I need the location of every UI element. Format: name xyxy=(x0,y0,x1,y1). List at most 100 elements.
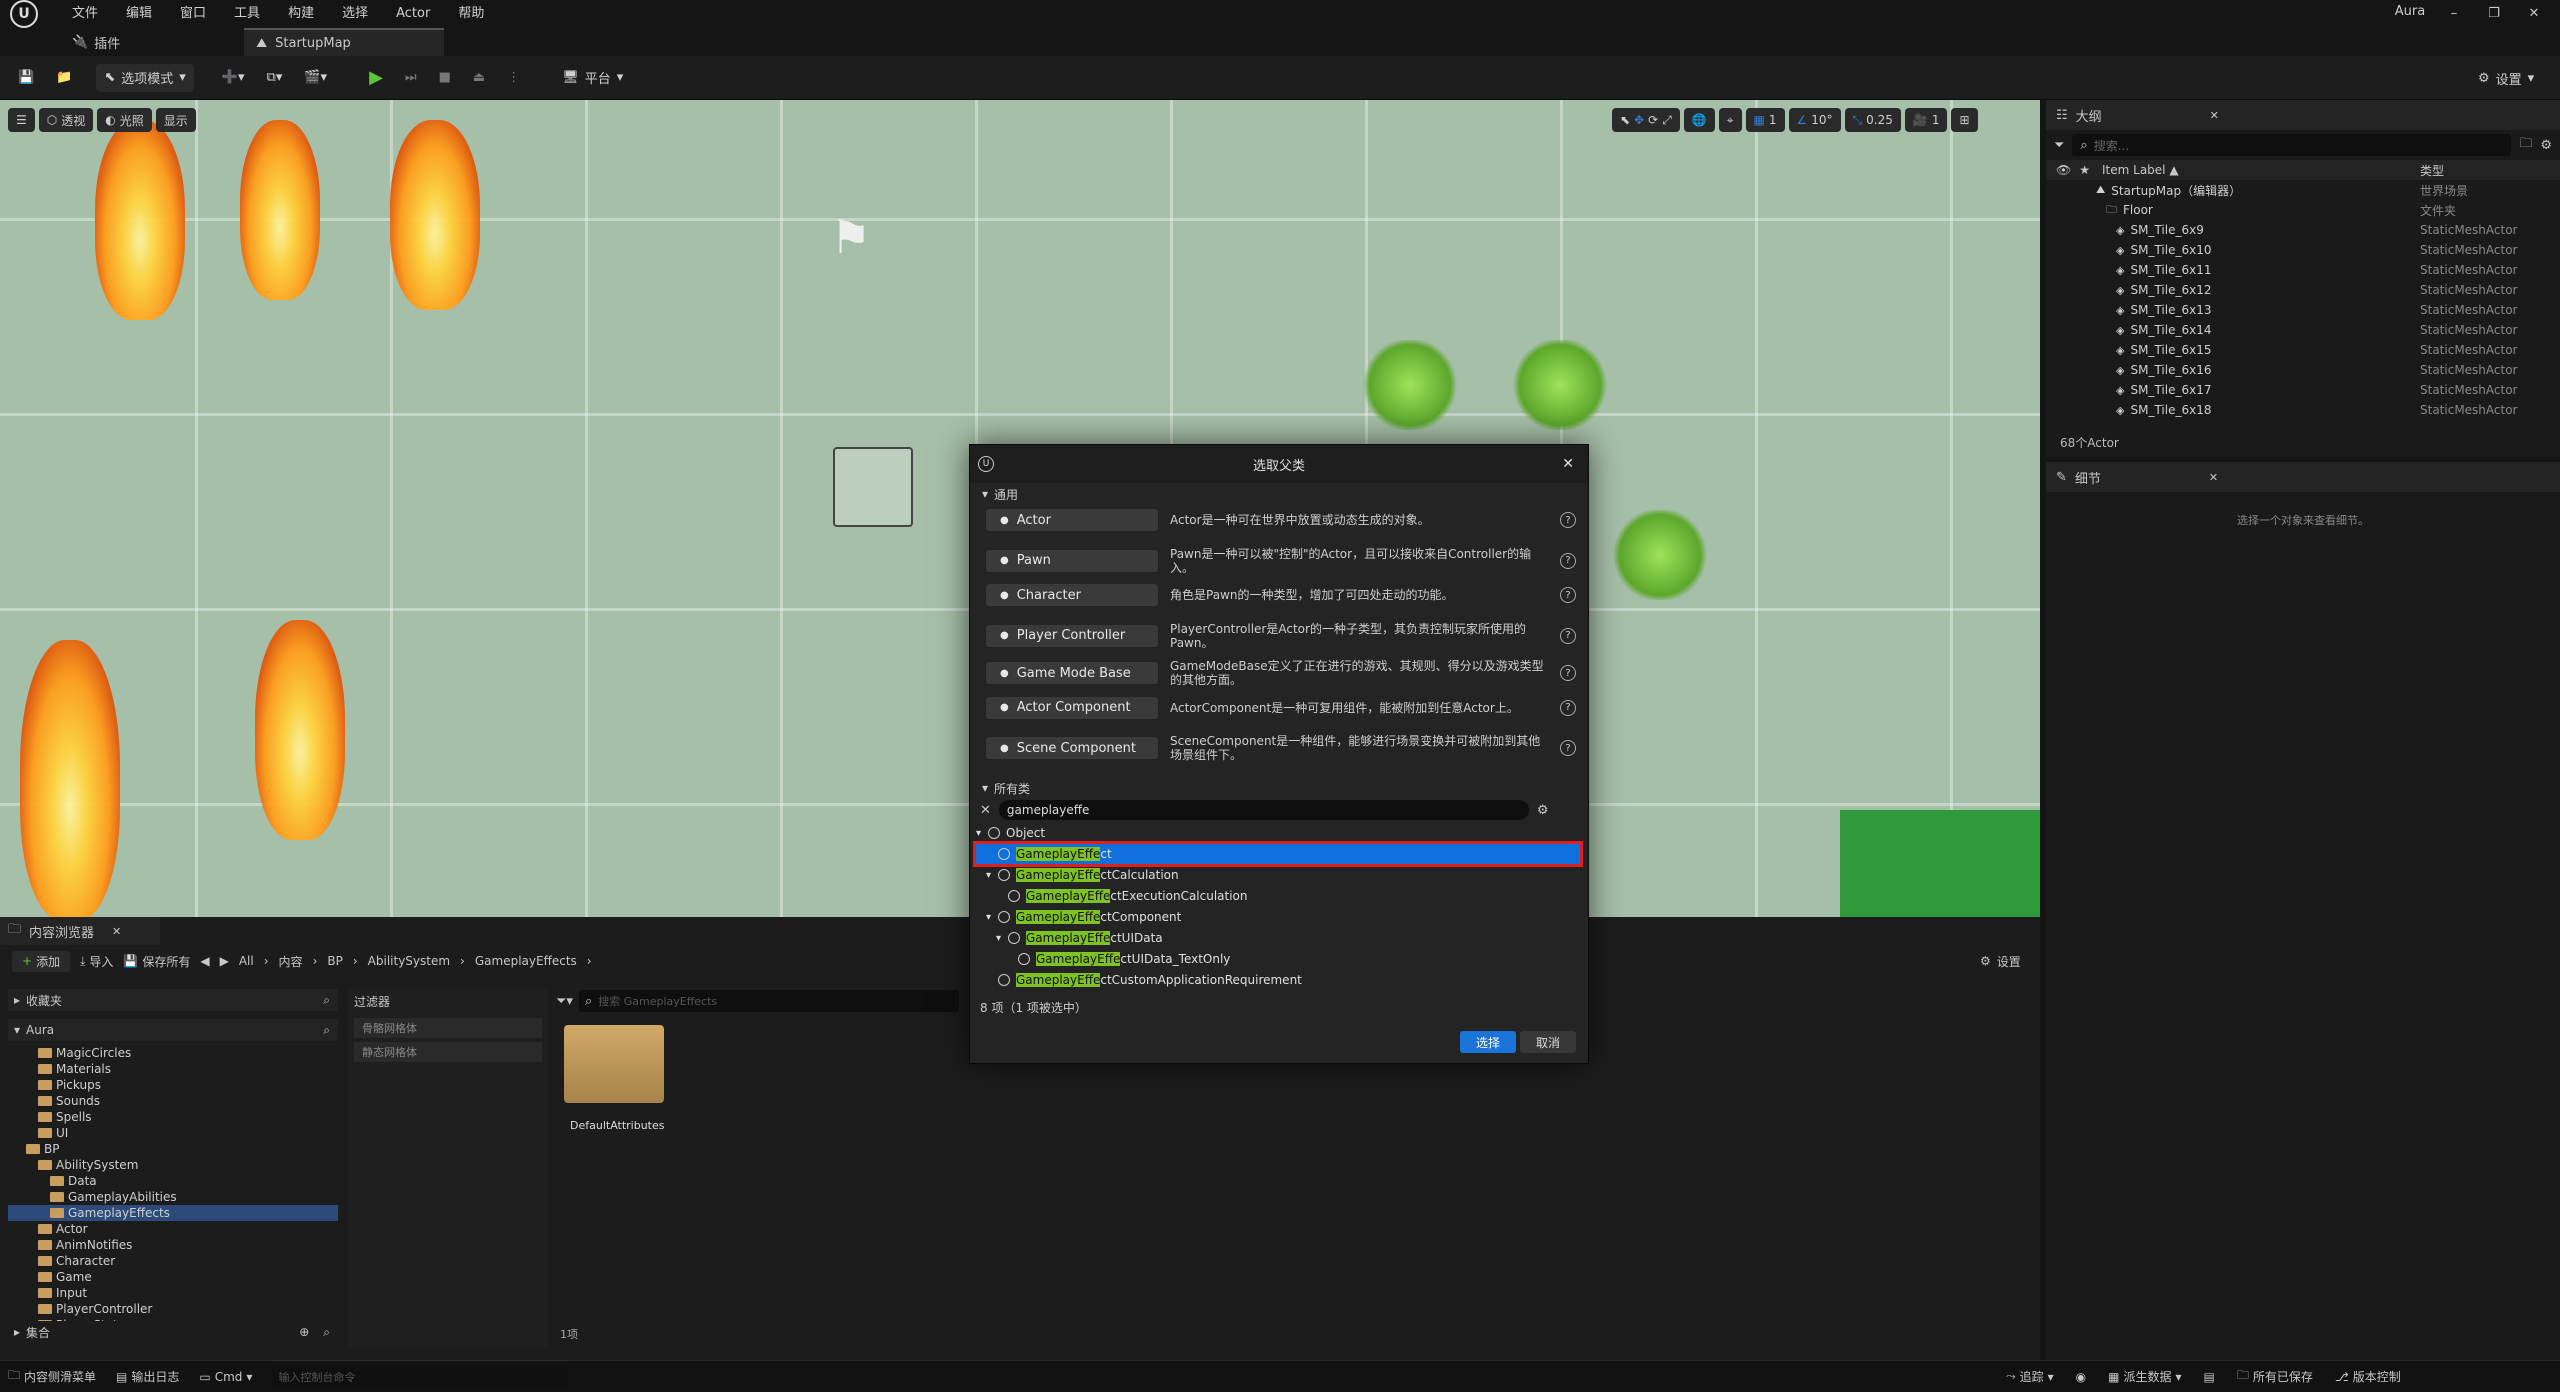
lit-button[interactable]: ◐ 光照 xyxy=(97,108,152,132)
outliner-row[interactable]: ◈ SM_Tile_6x12 StaticMeshActor xyxy=(2046,280,2560,300)
unreal-logo[interactable]: U xyxy=(10,0,38,28)
common-class-button[interactable]: ● Scene Component xyxy=(986,737,1158,759)
close-icon[interactable]: ✕ xyxy=(2210,109,2219,122)
cinematics-button[interactable]: 🎬▾ xyxy=(296,64,335,92)
outliner-row[interactable]: ◈ SM_Tile_6x11 StaticMeshActor xyxy=(2046,260,2560,280)
menu-item[interactable]: 编辑 xyxy=(112,3,166,25)
menu-item[interactable]: 工具 xyxy=(220,3,274,25)
common-classes-header[interactable]: ▾ 通用 xyxy=(970,483,1588,505)
star-icon[interactable]: ★ xyxy=(2079,163,2090,177)
expand-arrow-icon[interactable]: ▾ xyxy=(986,912,998,923)
col-type[interactable]: 类型 xyxy=(2420,162,2444,179)
menu-item[interactable]: 文件 xyxy=(58,3,112,25)
record-icon[interactable]: ◉ xyxy=(2076,1370,2086,1384)
col-item-label[interactable]: Item Label ▲ xyxy=(2102,163,2179,177)
advance-frame-button[interactable]: ⏭ xyxy=(397,64,425,92)
back-icon[interactable]: ◀ xyxy=(200,954,209,968)
search-icon[interactable]: ⌕ xyxy=(323,1023,330,1038)
help-icon[interactable]: ? xyxy=(1560,552,1576,569)
camera-speed[interactable]: 🎥 1 xyxy=(1904,108,1948,132)
help-icon[interactable]: ? xyxy=(1560,699,1576,716)
surface-snap-icon[interactable]: ⌖ xyxy=(1718,108,1742,132)
cb-settings-button[interactable]: ⚙ 设置 xyxy=(1980,953,2021,970)
tab-startupmap[interactable]: ⛰ StartupMap xyxy=(244,28,445,56)
favorites-header[interactable]: ▸ 收藏夹 ⌕ xyxy=(8,989,338,1011)
clear-search-icon[interactable]: ✕ xyxy=(980,803,991,818)
forward-icon[interactable]: ▶ xyxy=(220,954,229,968)
content-browser-tab[interactable]: 🗀 内容浏览器 ✕ xyxy=(0,917,160,945)
outliner-row[interactable]: 🗀 Floor 文件夹 xyxy=(2046,200,2560,220)
help-icon[interactable]: ? xyxy=(1560,587,1576,603)
scale-snap[interactable]: ⤡ 0.25 xyxy=(1844,108,1901,132)
goblin-enemy[interactable] xyxy=(1510,340,1610,430)
source-control-button[interactable]: ⎇ 版本控制 xyxy=(2335,1368,2401,1385)
play-button[interactable]: ▶ xyxy=(361,64,391,92)
cmd-selector[interactable]: ▭ Cmd ▾ xyxy=(199,1370,252,1384)
common-class-button[interactable]: ● Actor xyxy=(986,509,1158,531)
gear-icon[interactable]: ⚙ xyxy=(1537,803,1549,818)
outliner-row[interactable]: ◈ SM_Tile_6x17 StaticMeshActor xyxy=(2046,380,2560,400)
derived-data-button[interactable]: ▦ 派生数据 ▾ xyxy=(2108,1368,2181,1385)
player-start-icon[interactable]: ⚑ xyxy=(830,210,900,280)
close-icon[interactable]: ✕ xyxy=(2209,471,2218,484)
class-tree-row[interactable]: ▾ GameplayEffectUIData xyxy=(976,928,1580,948)
play-options-icon[interactable]: ⋮ xyxy=(499,64,528,92)
save-status[interactable]: 🗀 所有已保存 xyxy=(2237,1366,2313,1387)
folder-tree-item[interactable]: Materials xyxy=(8,1061,338,1077)
folder-name[interactable]: DefaultAttributes xyxy=(570,1119,665,1132)
platforms-button[interactable]: 🖥 平台 ▾ xyxy=(554,64,631,92)
folder-tree-item[interactable]: Pickups xyxy=(8,1077,338,1093)
outliner-row[interactable]: ◈ SM_Tile_6x15 StaticMeshActor xyxy=(2046,340,2560,360)
breadcrumb-item[interactable]: 内容 xyxy=(279,953,303,970)
folder-tree-item[interactable]: AnimNotifies xyxy=(8,1237,338,1253)
add-folder-icon[interactable]: 🗀 xyxy=(2519,134,2532,156)
close-window-icon[interactable]: ✕ xyxy=(2526,6,2542,21)
menu-item[interactable]: 帮助 xyxy=(444,3,498,25)
folder-tree-item[interactable]: Actor xyxy=(8,1221,338,1237)
chevron-right-icon[interactable]: › xyxy=(264,954,269,968)
transform-tools[interactable]: ⬉ ✥ ⟳ ⤢ xyxy=(1612,108,1680,132)
breadcrumb-item[interactable]: GameplayEffects xyxy=(475,954,577,968)
class-tree-row[interactable]: GameplayEffect xyxy=(973,841,1583,867)
actor-sprite[interactable] xyxy=(833,447,913,527)
goblin-enemy[interactable] xyxy=(1610,510,1710,600)
layout-icon[interactable]: ⊞ xyxy=(1951,108,1978,132)
gear-icon[interactable]: ⚙ xyxy=(2540,138,2552,153)
class-tree-row[interactable]: ▾ Object xyxy=(976,823,1580,843)
search-icon[interactable]: ⌕ xyxy=(323,993,330,1008)
outliner-row[interactable]: ◈ SM_Tile_6x16 StaticMeshActor xyxy=(2046,360,2560,380)
folder-tree-item[interactable]: Sounds xyxy=(8,1093,338,1109)
folder-tree-item[interactable]: Character xyxy=(8,1253,338,1269)
folder-tree-item[interactable]: UI xyxy=(8,1125,338,1141)
mode-selector[interactable]: ⬉ 选项模式 ▾ xyxy=(96,63,194,92)
outliner-row[interactable]: ◈ SM_Tile_6x18 StaticMeshActor xyxy=(2046,400,2560,420)
common-class-button[interactable]: ● Actor Component xyxy=(986,696,1158,719)
breadcrumb-item[interactable]: All xyxy=(239,954,254,968)
menu-item[interactable]: Actor xyxy=(382,3,444,25)
common-class-button[interactable]: ● Player Controller xyxy=(986,624,1158,647)
output-log-button[interactable]: ▤ 输出日志 xyxy=(116,1368,179,1385)
angle-snap[interactable]: ∠ 10° xyxy=(1788,108,1841,132)
filter-icon[interactable]: ⏷▾ xyxy=(556,994,573,1009)
expand-arrow-icon[interactable]: ▾ xyxy=(976,828,988,839)
world-local-icon[interactable]: 🌐 xyxy=(1683,108,1715,132)
folder-tree-item[interactable]: BP xyxy=(8,1141,338,1157)
filter-item[interactable]: 骨骼网格体 xyxy=(354,1018,542,1038)
menu-item[interactable]: 构建 xyxy=(274,3,328,25)
minimize-icon[interactable]: – xyxy=(2446,6,2462,21)
common-class-button[interactable]: ● Game Mode Base xyxy=(986,662,1158,684)
expand-arrow-icon[interactable]: ▾ xyxy=(986,870,998,881)
search-icon[interactable]: ⌕ xyxy=(323,1325,330,1340)
settings-button[interactable]: ⚙ 设置 ▾ xyxy=(2470,64,2542,92)
details-tab[interactable]: ✎ 细节 ✕ xyxy=(2046,462,2560,492)
outliner-search-input[interactable]: ⌕ 搜索... xyxy=(2072,134,2512,156)
outliner-row[interactable]: ◈ SM_Tile_6x10 StaticMeshActor xyxy=(2046,240,2560,260)
outliner-row[interactable]: ◈ SM_Tile_6x13 StaticMeshActor xyxy=(2046,300,2560,320)
filter-item[interactable]: 静态网格体 xyxy=(354,1042,542,1062)
folder-tree-item[interactable]: MagicCircles xyxy=(8,1045,338,1061)
outliner-tab[interactable]: ☷ 大纲 ✕ xyxy=(2046,100,2560,130)
eject-button[interactable]: ⏏ xyxy=(465,64,493,92)
outliner-row[interactable]: ◈ SM_Tile_6x14 StaticMeshActor xyxy=(2046,320,2560,340)
save-all-button[interactable]: 💾 保存所有 xyxy=(123,953,190,970)
folder-tree-item[interactable]: Input xyxy=(8,1285,338,1301)
